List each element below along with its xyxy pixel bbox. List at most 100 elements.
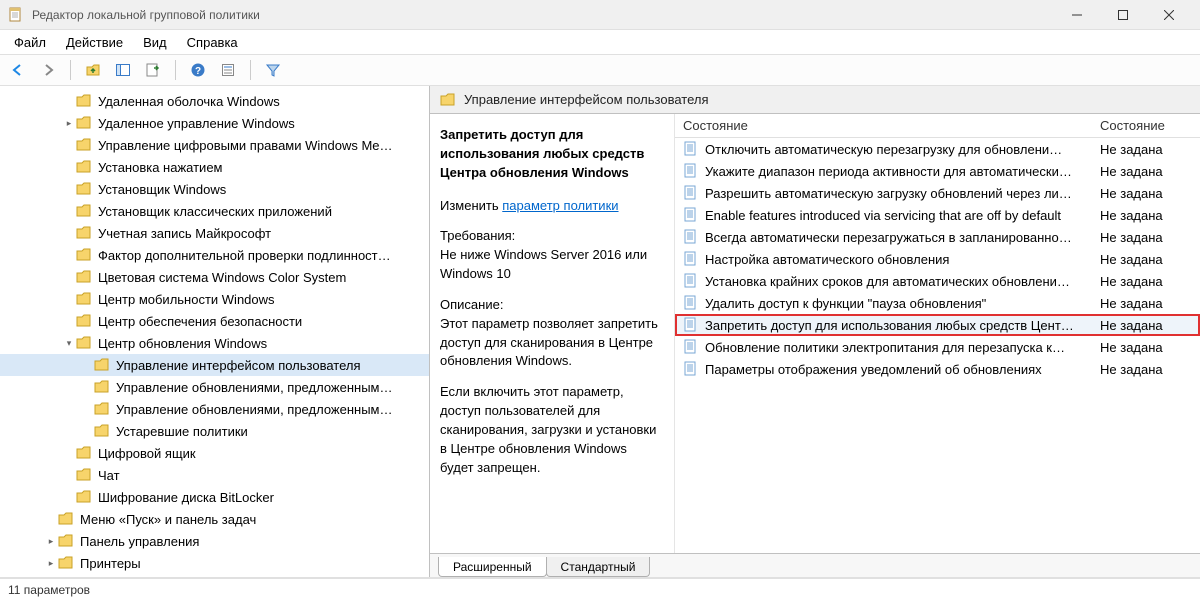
chevron-right-icon[interactable]: ▸ — [44, 558, 58, 569]
tree-item-label: Установка нажатием — [98, 160, 223, 175]
chevron-down-icon[interactable]: ▾ — [62, 338, 76, 349]
policy-row[interactable]: Настройка автоматического обновленияНе з… — [675, 248, 1200, 270]
tree-item-label: Управление обновлениями, предложенным… — [116, 402, 392, 417]
tree-item-label: Управление обновлениями, предложенным… — [116, 380, 392, 395]
policy-list[interactable]: Состояние Состояние Отключить автоматиче… — [675, 114, 1200, 553]
close-button[interactable] — [1146, 0, 1192, 30]
tree-item-label: Цифровой ящик — [98, 446, 196, 461]
policy-name: Обновление политики электропитания для п… — [705, 340, 1100, 355]
policy-icon — [683, 229, 699, 245]
toolbar: ? — [0, 54, 1200, 86]
toolbar-separator — [70, 60, 71, 80]
tree-pane[interactable]: Удаленная оболочка Windows▸Удаленное упр… — [0, 86, 430, 577]
properties-button[interactable] — [216, 58, 240, 82]
tree-item[interactable]: Удаленная оболочка Windows — [0, 90, 429, 112]
tree-item[interactable]: Установщик классических приложений — [0, 200, 429, 222]
tree-item[interactable]: Центр мобильности Windows — [0, 288, 429, 310]
show-hide-tree-button[interactable] — [111, 58, 135, 82]
policy-name: Настройка автоматического обновления — [705, 252, 1100, 267]
policy-row[interactable]: Установка крайних сроков для автоматичес… — [675, 270, 1200, 292]
tree-item[interactable]: Управление цифровыми правами Windows Me… — [0, 134, 429, 156]
menu-action[interactable]: Действие — [56, 33, 133, 52]
tree-item[interactable]: ▸Панель управления — [0, 530, 429, 552]
requirements-text: Не ниже Windows Server 2016 или Windows … — [440, 246, 664, 284]
folder-icon — [76, 203, 92, 219]
tree-item[interactable]: Меню «Пуск» и панель задач — [0, 508, 429, 530]
filter-button[interactable] — [261, 58, 285, 82]
tree-item-label: Чат — [98, 468, 120, 483]
help-button[interactable]: ? — [186, 58, 210, 82]
policy-row[interactable]: Отключить автоматическую перезагрузку дл… — [675, 138, 1200, 160]
policy-state: Не задана — [1100, 318, 1192, 333]
folder-icon — [94, 401, 110, 417]
right-header-title: Управление интерфейсом пользователя — [464, 92, 709, 107]
tree-item[interactable]: Установка нажатием — [0, 156, 429, 178]
tree-item[interactable]: Чат — [0, 464, 429, 486]
policy-icon — [683, 273, 699, 289]
back-button[interactable] — [6, 58, 30, 82]
column-state-left[interactable]: Состояние — [683, 118, 1100, 133]
policy-row[interactable]: Всегда автоматически перезагружаться в з… — [675, 226, 1200, 248]
tree-item[interactable]: Шифрование диска BitLocker — [0, 486, 429, 508]
requirements-block: Требования: Не ниже Windows Server 2016 … — [440, 227, 664, 284]
tree-item-label: Управление интерфейсом пользователя — [116, 358, 361, 373]
policy-row[interactable]: Разрешить автоматическую загрузку обновл… — [675, 182, 1200, 204]
policy-row[interactable]: Запретить доступ для использования любых… — [675, 314, 1200, 336]
maximize-button[interactable] — [1100, 0, 1146, 30]
tree-item[interactable]: Управление обновлениями, предложенным… — [0, 398, 429, 420]
tree-item[interactable]: ▸Удаленное управление Windows — [0, 112, 429, 134]
edit-policy-link[interactable]: параметр политики — [502, 198, 618, 213]
tree-item[interactable]: Управление интерфейсом пользователя — [0, 354, 429, 376]
folder-icon — [76, 445, 92, 461]
folder-icon — [76, 225, 92, 241]
policy-state: Не задана — [1100, 362, 1192, 377]
policy-row[interactable]: Обновление политики электропитания для п… — [675, 336, 1200, 358]
menu-view[interactable]: Вид — [133, 33, 177, 52]
tree-item[interactable]: ▾Центр обновления Windows — [0, 332, 429, 354]
tree-item[interactable]: ▸Принтеры — [0, 552, 429, 574]
menu-help[interactable]: Справка — [177, 33, 248, 52]
window-controls — [1054, 0, 1192, 30]
tab-extended[interactable]: Расширенный — [438, 557, 547, 577]
policy-name: Отключить автоматическую перезагрузку дл… — [705, 142, 1100, 157]
menu-file[interactable]: Файл — [4, 33, 56, 52]
requirements-label: Требования: — [440, 227, 664, 246]
tree-item-label: Центр мобильности Windows — [98, 292, 275, 307]
folder-icon — [76, 115, 92, 131]
tree-item[interactable]: Учетная запись Майкрософт — [0, 222, 429, 244]
policy-row[interactable]: Укажите диапазон периода активности для … — [675, 160, 1200, 182]
titlebar: Редактор локальной групповой политики — [0, 0, 1200, 30]
policy-name: Enable features introduced via servicing… — [705, 208, 1100, 223]
tree-item[interactable]: Управление обновлениями, предложенным… — [0, 376, 429, 398]
folder-icon — [58, 511, 74, 527]
tree-item[interactable]: Устаревшие политики — [0, 420, 429, 442]
folder-icon — [76, 467, 92, 483]
policy-state: Не задана — [1100, 230, 1192, 245]
folder-icon — [58, 533, 74, 549]
chevron-right-icon[interactable]: ▸ — [44, 536, 58, 547]
folder-icon — [76, 269, 92, 285]
chevron-right-icon[interactable]: ▸ — [62, 118, 76, 129]
policy-row[interactable]: Удалить доступ к функции "пауза обновлен… — [675, 292, 1200, 314]
tree-item[interactable]: Центр обеспечения безопасности — [0, 310, 429, 332]
up-folder-button[interactable] — [81, 58, 105, 82]
tree-item[interactable]: Цифровой ящик — [0, 442, 429, 464]
policy-name: Запретить доступ для использования любых… — [705, 318, 1100, 333]
policy-row[interactable]: Enable features introduced via servicing… — [675, 204, 1200, 226]
tree-item[interactable]: Фактор дополнительной проверки подлиннос… — [0, 244, 429, 266]
right-body: Запретить доступ для использования любых… — [430, 114, 1200, 553]
tree-item[interactable]: Установщик Windows — [0, 178, 429, 200]
tree-item[interactable]: Цветовая система Windows Color System — [0, 266, 429, 288]
folder-icon — [94, 357, 110, 373]
minimize-button[interactable] — [1054, 0, 1100, 30]
forward-button[interactable] — [36, 58, 60, 82]
toolbar-separator — [175, 60, 176, 80]
policy-name: Укажите диапазон периода активности для … — [705, 164, 1100, 179]
right-pane: Управление интерфейсом пользователя Запр… — [430, 86, 1200, 577]
description-label: Описание: — [440, 296, 664, 315]
export-list-button[interactable] — [141, 58, 165, 82]
tab-standard[interactable]: Стандартный — [546, 557, 651, 577]
column-state-right[interactable]: Состояние — [1100, 118, 1192, 133]
list-header: Состояние Состояние — [675, 114, 1200, 138]
policy-row[interactable]: Параметры отображения уведомлений об обн… — [675, 358, 1200, 380]
